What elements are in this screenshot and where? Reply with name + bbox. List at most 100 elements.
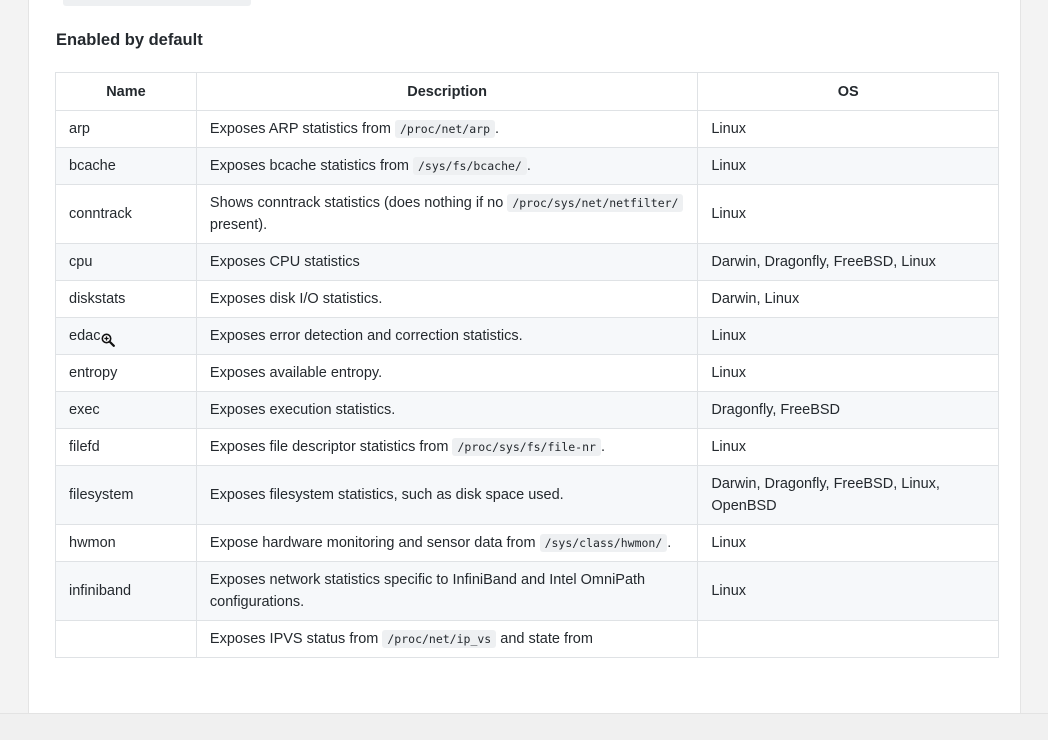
collector-description-cell: Exposes network statistics specific to I… xyxy=(195,561,699,621)
collector-description-cell: Exposes available entropy. xyxy=(195,354,699,392)
collector-name: cpu xyxy=(69,254,93,270)
collector-os-cell: Linux xyxy=(697,110,999,148)
collector-name: bcache xyxy=(69,158,116,174)
table-row: hwmon Expose hardware monitoring and sens… xyxy=(55,524,999,562)
collector-os-cell xyxy=(697,620,999,658)
collector-name-cell: infiniband xyxy=(55,561,197,621)
collector-name-cell: exec xyxy=(55,391,197,429)
table-row: edac Exposes error detection and correcti… xyxy=(55,317,999,355)
bottom-toolbar xyxy=(0,713,1048,740)
description-text: Shows conntrack statistics (does nothing… xyxy=(209,195,508,211)
description-text: Expose hardware monitoring and sensor da… xyxy=(209,535,540,551)
table-row: Exposes IPVS status from /proc/net/ip_vs… xyxy=(55,620,999,658)
inline-code-fragment xyxy=(63,0,251,6)
description-text-suffix: . xyxy=(667,535,672,551)
collector-name-cell xyxy=(55,620,197,658)
description-text-suffix: present). xyxy=(209,217,268,233)
path-code: /sys/fs/bcache/ xyxy=(412,157,527,175)
collector-name-cell: conntrack xyxy=(55,184,197,244)
collector-os-cell: Linux xyxy=(697,561,999,621)
collector-description-cell: Exposes error detection and correction s… xyxy=(195,317,699,355)
table-row: entropy Exposes available entropy. Linux xyxy=(55,354,999,392)
path-code: /sys/class/hwmon/ xyxy=(539,534,668,552)
table-row: filesystem Exposes filesystem statistics,… xyxy=(55,465,999,525)
description-text: Exposes bcache statistics from xyxy=(209,158,413,174)
collector-description-cell: Exposes bcache statistics from /sys/fs/b… xyxy=(195,147,699,185)
collector-name: hwmon xyxy=(69,535,116,551)
collector-description-cell: Exposes CPU statistics xyxy=(195,243,699,281)
collector-name: diskstats xyxy=(69,291,126,307)
table-row: exec Exposes execution statistics. Dragonf… xyxy=(55,391,999,429)
description-text-suffix: . xyxy=(495,121,500,137)
description-text-suffix: and state from xyxy=(496,631,593,647)
collector-description-cell: Exposes disk I/O statistics. xyxy=(195,280,699,318)
collector-name-cell: entropy xyxy=(55,354,197,392)
collector-name: edac xyxy=(69,328,101,344)
collector-os-cell: Darwin, Dragonfly, FreeBSD, Linux xyxy=(697,243,999,281)
collector-name-cell: hwmon xyxy=(55,524,197,562)
collector-name-cell: arp xyxy=(55,110,197,148)
collector-name: filefd xyxy=(69,439,100,455)
collector-description-cell: Expose hardware monitoring and sensor da… xyxy=(195,524,699,562)
table-row: cpu Exposes CPU statistics Darwin, Dragonf… xyxy=(55,243,999,281)
path-code: /proc/sys/net/netfilter/ xyxy=(507,194,684,212)
description-text: Exposes ARP statistics from xyxy=(209,121,395,137)
collector-name-cell: edac xyxy=(55,317,197,355)
table-row: filefd Exposes file descriptor statistics… xyxy=(55,428,999,466)
collector-name-cell: diskstats xyxy=(55,280,197,318)
collector-name: exec xyxy=(69,402,100,418)
section-title: Enabled by default xyxy=(56,31,203,49)
collector-name: infiniband xyxy=(69,583,132,599)
description-text: Exposes error detection and correction s… xyxy=(209,328,523,344)
column-header-os: OS xyxy=(697,72,999,111)
column-header-description: Description xyxy=(195,72,699,111)
collector-os-cell: Linux xyxy=(697,317,999,355)
table-header-row: Name Description OS xyxy=(55,72,999,111)
collector-description-cell: Shows conntrack statistics (does nothing… xyxy=(195,184,699,244)
collector-name-cell: cpu xyxy=(55,243,197,281)
description-text: Exposes network statistics specific to I… xyxy=(209,572,646,610)
collector-description-cell: Exposes IPVS status from /proc/net/ip_vs… xyxy=(195,620,699,658)
collector-os-cell: Linux xyxy=(697,354,999,392)
description-text: Exposes IPVS status from xyxy=(209,631,383,647)
description-text: Exposes available entropy. xyxy=(209,365,383,381)
description-text: Exposes filesystem statistics, such as d… xyxy=(209,487,564,503)
description-text: Exposes CPU statistics xyxy=(209,254,360,270)
collector-name-cell: filefd xyxy=(55,428,197,466)
zoom-in-icon xyxy=(101,332,116,347)
table-row: arp Exposes ARP statistics from /proc/net… xyxy=(55,110,999,148)
table-row: bcache Exposes bcache statistics from /sy… xyxy=(55,147,999,185)
description-text: Exposes execution statistics. xyxy=(209,402,396,418)
collector-description-cell: Exposes execution statistics. xyxy=(195,391,699,429)
description-text: Exposes file descriptor statistics from xyxy=(209,439,453,455)
previous-paragraph-fragment xyxy=(55,0,259,7)
collector-name-cell: filesystem xyxy=(55,465,197,525)
collector-os-cell: Darwin, Dragonfly, FreeBSD, Linux, OpenB… xyxy=(697,465,999,525)
collector-os-cell: Linux xyxy=(697,184,999,244)
collector-os-cell: Linux xyxy=(697,524,999,562)
readme-content: Enabled by default Name Description OS a… xyxy=(28,0,1021,740)
table-row: conntrack Shows conntrack statistics (doe… xyxy=(55,184,999,244)
description-text-suffix: . xyxy=(600,439,605,455)
description-text-suffix: . xyxy=(526,158,531,174)
path-code: /proc/sys/fs/file-nr xyxy=(452,438,601,456)
collector-description-cell: Exposes ARP statistics from /proc/net/ar… xyxy=(195,110,699,148)
table-row: infiniband Exposes network statistics spe… xyxy=(55,561,999,621)
collector-os-cell: Linux xyxy=(697,147,999,185)
collector-description-cell: Exposes filesystem statistics, such as d… xyxy=(195,465,699,525)
path-code: /proc/net/arp xyxy=(394,120,495,138)
collector-name-cell: bcache xyxy=(55,147,197,185)
collector-os-cell: Linux xyxy=(697,428,999,466)
table-row: diskstats Exposes disk I/O statistics. Dar… xyxy=(55,280,999,318)
collector-name: arp xyxy=(69,121,90,137)
collector-description-cell: Exposes file descriptor statistics from … xyxy=(195,428,699,466)
collector-os-cell: Darwin, Linux xyxy=(697,280,999,318)
collector-os-cell: Dragonfly, FreeBSD xyxy=(697,391,999,429)
collectors-table: Name Description OS arp Exposes ARP stati… xyxy=(55,72,999,658)
path-code: /proc/net/ip_vs xyxy=(382,630,497,648)
description-text: Exposes disk I/O statistics. xyxy=(209,291,383,307)
collector-name: conntrack xyxy=(69,206,132,222)
collector-name: filesystem xyxy=(69,487,134,503)
column-header-name: Name xyxy=(55,72,197,111)
collector-name: entropy xyxy=(69,365,118,381)
